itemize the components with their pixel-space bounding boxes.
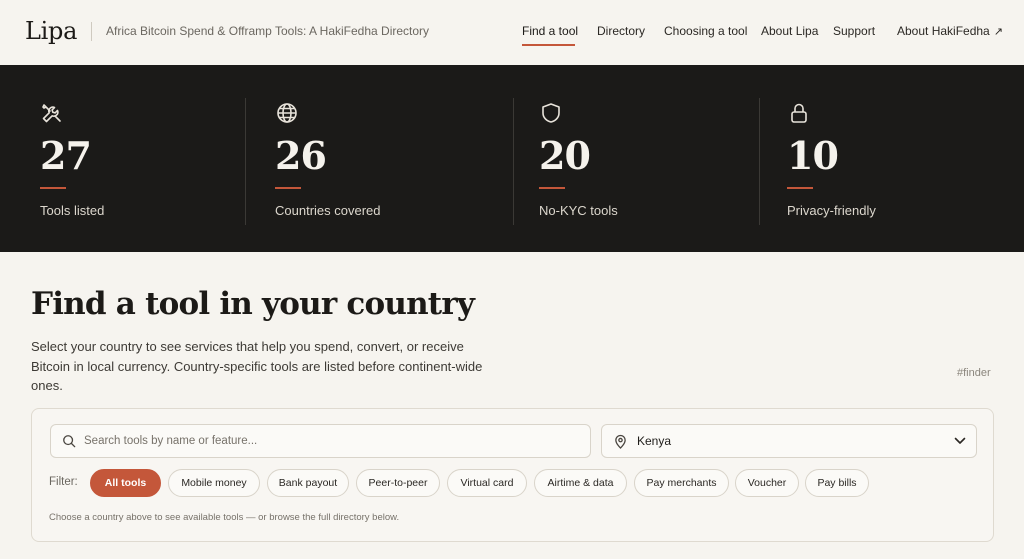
stat-label: Tools listed: [40, 203, 105, 218]
stat-accent-rule: [787, 187, 813, 189]
filter-chip-bank-payout[interactable]: Bank payout: [267, 469, 349, 497]
filter-chip-voucher[interactable]: Voucher: [735, 469, 799, 497]
filter-chip-virtual-card[interactable]: Virtual card: [447, 469, 527, 497]
filter-chip-peer-to-peer[interactable]: Peer-to-peer: [356, 469, 440, 497]
nav-choosing-a-tool[interactable]: Choosing a tool: [664, 24, 747, 38]
filter-chip-all-tools[interactable]: All tools: [90, 469, 161, 497]
finder-intro: Select your country to see services that…: [31, 339, 483, 393]
stat-label: Privacy-friendly: [787, 203, 876, 218]
site-tagline: Africa Bitcoin Spend & Offramp Tools: A …: [106, 24, 430, 38]
stat-accent-rule: [539, 187, 565, 189]
stat-divider: [245, 98, 246, 225]
nav-about-hakifedha-label: About HakiFedha: [897, 24, 990, 38]
nav-find-a-tool[interactable]: Find a tool: [522, 24, 578, 38]
finder-hint: Choose a country above to see available …: [49, 512, 400, 523]
nav-directory[interactable]: Directory: [597, 24, 645, 38]
stat-value: 10: [787, 133, 839, 178]
logo-divider: [91, 22, 92, 41]
stat-value: 27: [40, 133, 92, 178]
stat-label: Countries covered: [275, 203, 381, 218]
stat-value: 26: [275, 133, 327, 178]
stats-band: 27 Tools listed 26 Countries covered 20 …: [0, 65, 1024, 252]
site-logo[interactable]: Lipa: [25, 17, 77, 45]
globe-icon: [277, 103, 297, 123]
lock-icon: [791, 103, 807, 123]
chevron-down-icon: [954, 437, 966, 444]
nav-support[interactable]: Support: [833, 24, 875, 38]
stat-value: 20: [539, 133, 591, 178]
stat-accent-rule: [275, 187, 301, 189]
stat-accent-rule: [40, 187, 66, 189]
nav-active-indicator: [522, 44, 575, 46]
country-select[interactable]: Kenya: [601, 424, 977, 458]
top-navigation-bar: Lipa Africa Bitcoin Spend & Offramp Tool…: [0, 0, 1024, 65]
nav-about-lipa[interactable]: About Lipa: [761, 24, 818, 38]
tools-icon: [42, 104, 61, 123]
nav-about-hakifedha[interactable]: About HakiFedha ↗: [897, 24, 1003, 38]
location-pin-icon: [615, 434, 626, 449]
search-box[interactable]: [50, 424, 591, 458]
external-link-icon: ↗: [993, 26, 1003, 38]
finder-anchor-link[interactable]: #finder: [957, 367, 991, 379]
stat-divider: [759, 98, 760, 225]
filter-chip-mobile-money[interactable]: Mobile money: [168, 469, 260, 497]
filter-chip-pay-merchants[interactable]: Pay merchants: [634, 469, 729, 497]
search-icon: [63, 435, 76, 448]
stat-label: No-KYC tools: [539, 203, 618, 218]
stat-divider: [513, 98, 514, 225]
country-select-value: Kenya: [637, 434, 672, 448]
search-input[interactable]: [84, 425, 584, 457]
filter-chip-pay-bills[interactable]: Pay bills: [805, 469, 869, 497]
finder-heading: Find a tool in your country: [31, 286, 475, 322]
filter-label: Filter:: [49, 476, 78, 488]
shield-icon: [542, 103, 560, 123]
filter-chip-airtime-data[interactable]: Airtime & data: [534, 469, 627, 497]
finder-panel: Kenya Filter: All tools Mobile money Ban…: [31, 408, 994, 542]
